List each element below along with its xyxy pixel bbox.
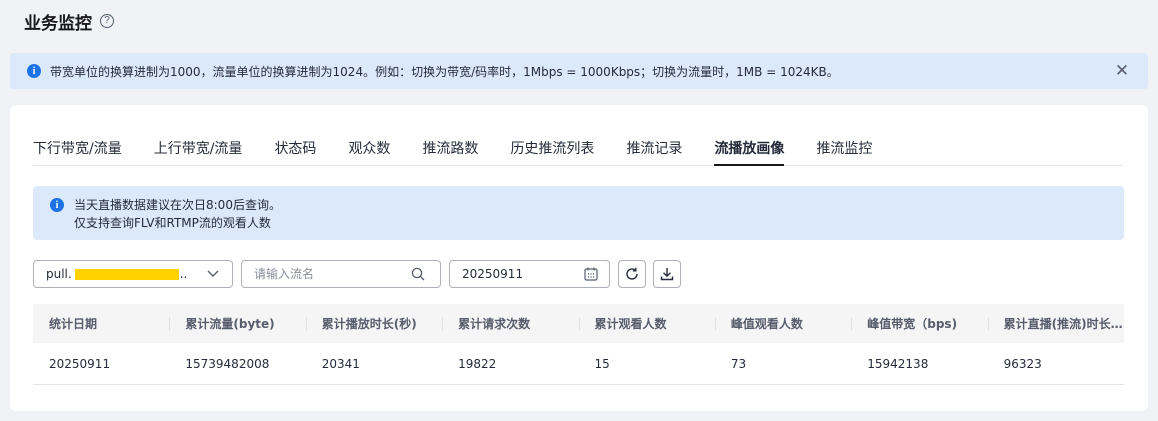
col-header-date: 统计日期 [49,317,98,331]
domain-select[interactable]: pull. .. [33,260,233,288]
table-row: 20250911 15739482008 20341 19822 15 73 1… [33,343,1124,385]
tab-history-push-list[interactable]: 历史推流列表 [510,129,594,166]
redacted-domain [74,268,179,280]
col-header-play-duration: 累计播放时长(秒) [305,315,442,332]
calendar-icon[interactable] [583,266,599,282]
cell-viewers: 15 [594,356,610,371]
col-header-push-duration: 累计直播(推流)时长(秒) [987,315,1124,332]
tab-upstream-bandwidth[interactable]: 上行带宽/流量 [154,129,243,166]
col-header-traffic: 累计流量(byte) [169,315,305,332]
cell-requests: 19822 [458,356,497,371]
tab-push-monitoring[interactable]: 推流监控 [816,129,872,166]
tab-push-records[interactable]: 推流记录 [626,129,682,166]
date-value: 20250911 [462,267,524,281]
refresh-icon [626,267,638,280]
unit-conversion-notice: i 带宽单位的换算进制为1000，流量单位的换算进制为1024。例如：切换为带宽… [10,53,1148,89]
content-card: 下行带宽/流量 上行带宽/流量 状态码 观众数 推流路数 历史推流列表 推流记录… [10,105,1148,411]
cell-push-duration: 96323 [1003,356,1042,371]
tab-status-code[interactable]: 状态码 [274,129,316,166]
tab-push-streams[interactable]: 推流路数 [422,129,478,166]
tip-line-2: 仅支持查询FLV和RTMP流的观看人数 [74,216,271,230]
col-header-peak-viewers: 峰值观看人数 [714,315,851,332]
playback-profile-table: 统计日期 累计流量(byte) 累计播放时长(秒) 累计请求次数 累计观看人数 … [33,304,1124,385]
page-header: 业务监控 ? [24,10,114,34]
col-header-requests: 累计请求次数 [442,315,578,332]
help-icon[interactable]: ? [100,14,114,28]
table-header: 统计日期 累计流量(byte) 累计播放时长(秒) 累计请求次数 累计观看人数 … [33,304,1124,343]
tips-lines: 当天直播数据建议在次日8:00后查询。 仅支持查询FLV和RTMP流的观看人数 [74,196,281,240]
domain-prefix: pull. [46,267,72,281]
cell-date: 20250911 [49,356,111,371]
download-button[interactable] [653,260,681,288]
search-icon[interactable] [411,267,425,281]
cell-play-duration: 20341 [321,356,360,371]
info-icon: i [50,198,64,212]
tab-audience[interactable]: 观众数 [348,129,390,166]
close-icon[interactable]: ✕ [1114,63,1130,80]
download-icon [660,268,674,281]
info-icon: i [27,64,41,78]
refresh-button[interactable] [618,260,646,288]
chevron-down-icon [207,270,219,277]
domain-ellipsis: .. [179,267,188,281]
col-header-viewers: 累计观看人数 [578,315,715,332]
page-title: 业务监控 [24,13,92,34]
tab-downstream-bandwidth[interactable]: 下行带宽/流量 [33,129,122,166]
tip-line-1: 当天直播数据建议在次日8:00后查询。 [74,198,281,212]
cell-peak-viewers: 73 [730,356,747,371]
cell-peak-bandwidth: 15942138 [867,356,929,371]
tab-stream-playback-profile[interactable]: 流播放画像 [714,129,785,166]
col-header-peak-bandwidth: 峰值带宽（bps) [851,315,987,332]
cell-traffic: 15739482008 [185,356,270,371]
query-tips-notice: i 当天直播数据建议在次日8:00后查询。 仅支持查询FLV和RTMP流的观看人… [33,186,1124,240]
notice-text: 带宽单位的换算进制为1000，流量单位的换算进制为1024。例如：切换为带宽/码… [50,64,839,79]
tab-bar: 下行带宽/流量 上行带宽/流量 状态码 观众数 推流路数 历史推流列表 推流记录… [33,129,1123,166]
